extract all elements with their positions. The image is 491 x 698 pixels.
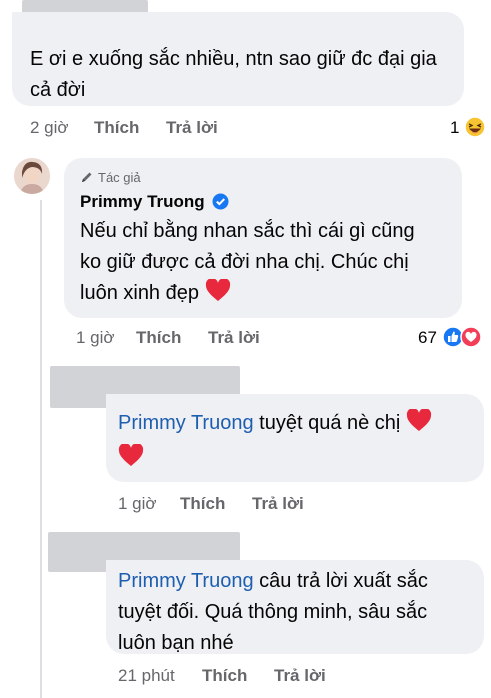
reaction-count[interactable]: 1 [450,118,459,138]
reply-bubble: Primmy Truong tuyệt quá nè chị [106,394,484,482]
comment-time[interactable]: 21 phút [118,666,175,686]
like-button[interactable]: Thích [94,118,139,138]
comment-bubble: E ơi e xuống sắc nhiều, ntn sao giữ đc đ… [12,12,464,106]
haha-icon[interactable] [464,116,486,143]
love-icon[interactable] [460,326,482,353]
reply-actions: 21 phút Thích Trả lời [118,666,478,688]
reply-text: Primmy Truong tuyệt quá nè chị [118,408,478,474]
avatar[interactable] [14,158,50,194]
author-comment-bubble: Tác giả Primmy Truong Nếu chỉ bằng nhan … [64,158,462,318]
like-button[interactable]: Thích [202,666,247,686]
verified-icon [212,193,229,210]
reply-button[interactable]: Trả lời [274,666,326,686]
comment-time[interactable]: 1 giờ [76,328,115,348]
pencil-icon [82,172,92,182]
mention-link[interactable]: Primmy Truong [118,570,254,592]
reply-bubble: Primmy Truong câu trả lời xuất sắc tuyệt… [106,560,484,654]
reply-button[interactable]: Trả lời [208,328,260,348]
author-comment-actions: 1 giờ Thích Trả lời 67 [76,326,486,353]
comment-time[interactable]: 2 giờ [30,118,69,138]
reply-actions: 1 giờ Thích Trả lời [118,494,478,516]
reply-button[interactable]: Trả lời [252,494,304,514]
mention-link[interactable]: Primmy Truong [118,412,254,434]
author-name-row: Primmy Truong [80,192,229,212]
heart-emoji-icon [406,409,432,431]
author-name[interactable]: Primmy Truong [80,192,205,211]
comment-time[interactable]: 1 giờ [118,494,157,514]
like-button[interactable]: Thích [180,494,225,514]
reaction-count[interactable]: 67 [418,328,437,348]
comment-text: E ơi e xuống sắc nhiều, ntn sao giữ đc đ… [30,48,437,101]
reply-text: Primmy Truong câu trả lời xuất sắc tuyệt… [118,570,428,654]
reply-button[interactable]: Trả lời [166,118,218,138]
like-button[interactable]: Thích [136,328,181,348]
thread-line [40,200,42,698]
heart-emoji-icon [205,279,230,301]
author-comment-text: Nếu chỉ bằng nhan sắc thì cái gì cũng ko… [80,220,415,304]
heart-emoji-icon [118,444,144,466]
comment-actions: 2 giờ Thích Trả lời 1 [30,116,486,140]
author-badge: Tác giả [80,170,141,185]
